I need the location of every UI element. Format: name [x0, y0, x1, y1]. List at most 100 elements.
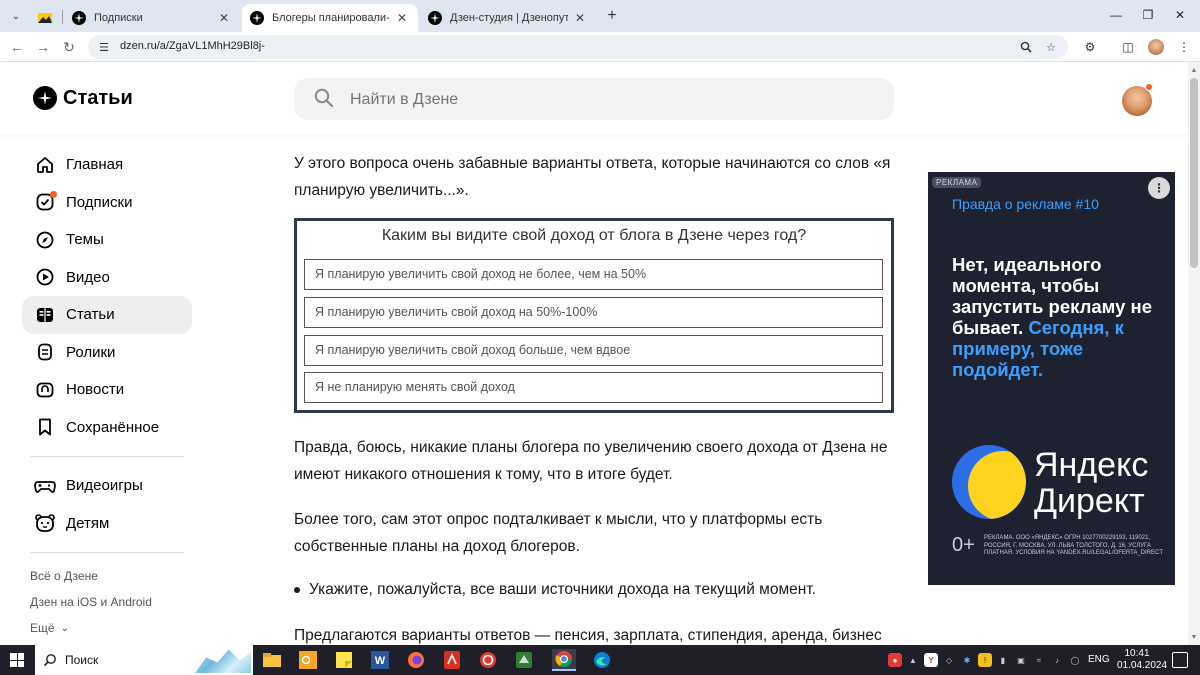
sidebar-item-label: Видео [66, 268, 110, 286]
site-info-icon[interactable]: ☰ [96, 39, 112, 55]
bookmark-star-icon[interactable]: ☆ [1043, 39, 1059, 55]
sidebar-item-video[interactable]: Видео [22, 259, 192, 297]
chrome-icon[interactable] [552, 649, 576, 671]
ad-brand-line: Яндекс [1034, 446, 1149, 484]
search-placeholder: Найти в Дзене [350, 91, 459, 108]
tray-app-icon[interactable]: ! [978, 653, 992, 667]
address-bar[interactable]: ☰ dzen.ru/a/ZgaVL1MhH29Bl8j- ☆ [88, 35, 1068, 59]
taskbar-search[interactable]: Поиск [35, 645, 253, 675]
sidebar-item-shorts[interactable]: Ролики [22, 334, 192, 372]
close-tab-icon[interactable]: ✕ [216, 10, 232, 26]
tray-app-icon[interactable]: ◇ [942, 653, 956, 667]
network-icon[interactable]: ◯ [1068, 653, 1082, 667]
sidebar-item-saved[interactable]: Сохранённое [22, 409, 192, 447]
dzen-icon [250, 11, 264, 25]
dzen-icon [72, 11, 86, 25]
more-link[interactable]: Ещё ⌄ [22, 615, 192, 641]
battery-icon[interactable]: ▮ [996, 653, 1010, 667]
sidebar-item-label: Темы [66, 231, 104, 249]
article-paragraph: Более того, сам этот опрос подталкивает … [294, 511, 823, 555]
tray-app-icon[interactable]: ● [888, 653, 902, 667]
sidebar-item-label: Статьи [66, 306, 115, 324]
tab-pinned[interactable] [30, 4, 60, 32]
sidebar-item-subscriptions[interactable]: Подписки [22, 184, 192, 222]
reload-icon[interactable]: ↻ [60, 38, 78, 56]
sidebar-item-label: Подписки [66, 193, 133, 211]
tab-search-button[interactable]: ⌄ [6, 6, 26, 26]
articles-icon [34, 304, 56, 326]
windows-start-icon[interactable] [10, 653, 24, 667]
ad-subtitle: Правда о рекламе #10 [952, 196, 1099, 212]
pdf-reader-icon[interactable] [440, 649, 464, 671]
back-icon[interactable]: ← [8, 38, 26, 56]
page-scrollbar[interactable]: ▲ ▼ [1188, 62, 1200, 645]
file-explorer-icon[interactable] [260, 649, 284, 671]
sticky-notes-icon[interactable] [332, 649, 356, 671]
sidebar-item-label: Сохранённое [66, 418, 160, 436]
gamepad-icon [34, 475, 56, 497]
dzen-logo[interactable]: Статьи [33, 86, 133, 110]
outlook-icon[interactable] [296, 649, 320, 671]
clock-date: 01.04.2024 [1117, 660, 1168, 671]
new-tab-button[interactable]: + [603, 7, 621, 25]
clock-time: 10:41 [1124, 648, 1150, 659]
ad-brand-line: Директ [1034, 482, 1145, 520]
sidebar-item-home[interactable]: Главная [22, 146, 192, 184]
extensions-icon[interactable]: ⚙ [1082, 39, 1098, 55]
bluetooth-icon[interactable]: ✱ [960, 653, 974, 667]
news-icon [34, 379, 56, 401]
article-list-item: Укажите, пожалуйста, все ваши источники … [294, 576, 894, 603]
restore-button[interactable]: ❐ [1138, 6, 1158, 24]
article-paragraph: У этого вопроса очень забавные варианты … [294, 155, 891, 199]
sidebar-item-news[interactable]: Новости [22, 371, 192, 409]
tab-dzen-studio[interactable]: Дзен-студия | Дзенопуть и его ✕ [420, 4, 596, 32]
app-icon[interactable] [512, 649, 536, 671]
word-icon[interactable]: W [368, 649, 392, 671]
tab-active-article[interactable]: Блогеры планировали-планир ✕ [242, 4, 418, 32]
tray-overflow-icon[interactable]: ▲ [906, 653, 920, 667]
forward-icon[interactable]: → [34, 38, 52, 56]
sidebar-item-kids[interactable]: Детям [22, 505, 192, 543]
tab-title: Блогеры планировали-планир [272, 12, 390, 24]
volume-icon[interactable]: ♪ [1050, 653, 1064, 667]
yandex-browser-icon[interactable]: Y [924, 653, 938, 667]
age-rating: 0+ [952, 534, 975, 556]
minimize-button[interactable]: — [1106, 6, 1126, 24]
sidebar-item-label: Ролики [66, 343, 116, 361]
close-window-button[interactable]: ✕ [1170, 6, 1190, 24]
zoom-icon[interactable] [1018, 39, 1034, 55]
ad-menu-icon[interactable]: ⋮ [1148, 177, 1170, 199]
language-indicator[interactable]: ENG [1088, 654, 1110, 665]
home-icon [34, 154, 56, 176]
scroll-down-icon[interactable]: ▼ [1188, 631, 1200, 643]
wifi-icon[interactable]: ≈ [1032, 653, 1046, 667]
sidebar-item-videogames[interactable]: Видеоигры [22, 467, 192, 505]
sidebar-item-articles[interactable]: Статьи [22, 296, 192, 334]
firefox-icon[interactable] [404, 649, 428, 671]
close-tab-icon[interactable]: ✕ [572, 10, 588, 26]
scroll-up-icon[interactable]: ▲ [1188, 64, 1200, 76]
notifications-icon[interactable] [1172, 652, 1188, 668]
search-input[interactable]: Найти в Дзене [294, 78, 894, 120]
sidebar-item-label: Видеоигры [66, 477, 143, 495]
profile-avatar-small[interactable] [1148, 39, 1164, 55]
display-icon[interactable]: ▣ [1014, 653, 1028, 667]
clock[interactable]: 10:41 01.04.2024 [1117, 648, 1168, 672]
about-dzen-link[interactable]: Всё о Дзене [22, 563, 192, 589]
edge-icon[interactable] [590, 649, 614, 671]
sidebar-item-topics[interactable]: Темы [22, 221, 192, 259]
scroll-thumb[interactable] [1190, 78, 1198, 268]
ad-banner[interactable]: РЕКЛАМА ⋮ Правда о рекламе #10 Нет, идеа… [928, 172, 1175, 585]
compass-icon [34, 229, 56, 251]
yandex-direct-logo-icon [952, 445, 1026, 519]
browser-menu-icon[interactable]: ⋮ [1176, 39, 1192, 55]
sidebar: Главная Подписки Темы Видео Статьи Ролик… [22, 146, 192, 641]
apps-link[interactable]: Дзен на iOS и Android [22, 589, 192, 615]
side-panel-icon[interactable]: ◫ [1120, 39, 1136, 55]
tab-subscriptions[interactable]: Подписки ✕ [64, 4, 240, 32]
sidebar-item-label: Детям [66, 514, 110, 532]
chevron-down-icon: ⌄ [60, 622, 69, 634]
ad-brand: Яндекс Директ [1034, 447, 1148, 519]
app-icon[interactable] [476, 649, 500, 671]
close-tab-icon[interactable]: ✕ [394, 10, 410, 26]
